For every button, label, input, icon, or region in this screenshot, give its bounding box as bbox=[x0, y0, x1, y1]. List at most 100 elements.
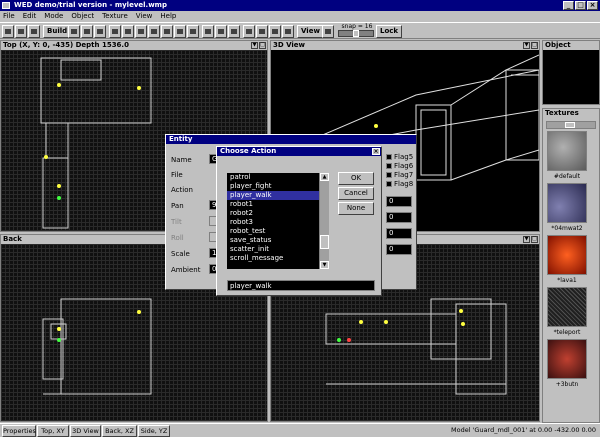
list-item[interactable]: robot1 bbox=[227, 200, 319, 209]
flag5-checkbox[interactable]: Flag5 bbox=[386, 153, 413, 161]
list-item[interactable]: player_fight bbox=[227, 182, 319, 191]
pane-maximize-icon[interactable]: □ bbox=[531, 236, 538, 243]
add-path-button[interactable] bbox=[161, 25, 173, 38]
checkbox-icon bbox=[386, 172, 392, 178]
entity-marker[interactable] bbox=[359, 320, 363, 324]
choose-action-title: Choose Action bbox=[220, 147, 277, 155]
skill-field-1[interactable]: 0 bbox=[386, 196, 412, 207]
skill-field-4[interactable]: 0 bbox=[386, 244, 412, 255]
flag7-checkbox[interactable]: Flag7 bbox=[386, 171, 413, 179]
entity-marker[interactable] bbox=[384, 320, 388, 324]
properties-button[interactable]: Properties bbox=[2, 425, 36, 437]
pane-menu-icon[interactable]: ▼ bbox=[251, 42, 258, 49]
zoom-in-button[interactable] bbox=[282, 25, 294, 38]
menu-object[interactable]: Object bbox=[71, 11, 94, 22]
menu-texture[interactable]: Texture bbox=[102, 11, 128, 22]
texture-thumb-default[interactable] bbox=[547, 131, 587, 171]
entity-marker[interactable] bbox=[337, 338, 341, 342]
menu-file[interactable]: File bbox=[3, 11, 15, 22]
scroll-thumb[interactable] bbox=[320, 235, 329, 249]
list-item[interactable]: robot3 bbox=[227, 218, 319, 227]
list-item[interactable]: scatter_init bbox=[227, 245, 319, 254]
entity-marker[interactable] bbox=[57, 83, 61, 87]
none-button[interactable]: None bbox=[338, 202, 374, 215]
3d-view-button[interactable]: 3D View bbox=[70, 425, 101, 437]
texture-thumb-teleport[interactable] bbox=[547, 287, 587, 327]
add-light-button[interactable] bbox=[135, 25, 147, 38]
scope-up-button[interactable] bbox=[256, 25, 268, 38]
scroll-up-icon[interactable]: ▲ bbox=[320, 173, 329, 181]
flag8-checkbox[interactable]: Flag8 bbox=[386, 180, 413, 188]
selected-action-field[interactable]: player_walk bbox=[227, 280, 375, 291]
list-item[interactable]: patrol bbox=[227, 173, 319, 182]
texture-thumb-water[interactable] bbox=[547, 183, 587, 223]
menu-help[interactable]: Help bbox=[160, 11, 176, 22]
entity-marker[interactable] bbox=[44, 155, 48, 159]
textures-scrollbar[interactable] bbox=[546, 121, 596, 129]
cancel-button[interactable]: Cancel bbox=[338, 187, 374, 200]
add-object-button[interactable] bbox=[109, 25, 121, 38]
lock-button[interactable]: Lock bbox=[376, 25, 403, 38]
list-item[interactable]: robot_test bbox=[227, 227, 319, 236]
entity-marker[interactable] bbox=[461, 322, 465, 326]
skill-field-2[interactable]: 0 bbox=[386, 212, 412, 223]
snap-slider[interactable] bbox=[338, 30, 374, 37]
add-sound-button[interactable] bbox=[148, 25, 160, 38]
add-sprite-button[interactable] bbox=[174, 25, 186, 38]
scroll-down-icon[interactable]: ▼ bbox=[320, 261, 329, 269]
entity-marker[interactable] bbox=[459, 309, 463, 313]
pane-maximize-icon[interactable]: □ bbox=[531, 42, 538, 49]
entity-dialog-title: Entity bbox=[166, 135, 416, 144]
paste-button[interactable] bbox=[94, 25, 106, 38]
pane-menu-icon[interactable]: ▼ bbox=[523, 42, 530, 49]
list-item-selected[interactable]: player_walk bbox=[227, 191, 319, 200]
cut-button[interactable] bbox=[68, 25, 80, 38]
entity-marker[interactable] bbox=[57, 338, 61, 342]
pane-menu-icon[interactable]: ▼ bbox=[523, 236, 530, 243]
save-file-button[interactable] bbox=[28, 25, 40, 38]
maximize-button[interactable]: □ bbox=[575, 1, 586, 10]
snap-slider-thumb[interactable] bbox=[353, 30, 359, 37]
rotate-tool-button[interactable] bbox=[215, 25, 227, 38]
textures-scroll-thumb[interactable] bbox=[565, 122, 575, 128]
entity-marker[interactable] bbox=[57, 196, 61, 200]
list-item[interactable]: save_status bbox=[227, 236, 319, 245]
vertex-tool-button[interactable] bbox=[243, 25, 255, 38]
snap-toggle-button[interactable] bbox=[322, 25, 334, 38]
entity-marker[interactable] bbox=[374, 124, 378, 128]
entity-marker[interactable] bbox=[57, 327, 61, 331]
action-list-scrollbar[interactable]: ▲ ▼ bbox=[319, 173, 329, 269]
view-button[interactable]: View bbox=[297, 25, 324, 38]
build-button[interactable]: Build bbox=[43, 25, 72, 38]
pane-maximize-icon[interactable]: □ bbox=[259, 42, 266, 49]
entity-marker[interactable] bbox=[347, 338, 351, 342]
entity-marker[interactable] bbox=[137, 310, 141, 314]
list-item[interactable]: robot2 bbox=[227, 209, 319, 218]
texture-thumb-lava[interactable] bbox=[547, 235, 587, 275]
minimize-button[interactable]: _ bbox=[563, 1, 574, 10]
action-list[interactable]: patrol player_fight player_walk robot1 r… bbox=[227, 173, 319, 269]
open-file-button[interactable] bbox=[15, 25, 27, 38]
dialog-close-icon[interactable]: × bbox=[372, 148, 380, 155]
skill-field-3[interactable]: 0 bbox=[386, 228, 412, 239]
list-item[interactable]: scroll_message bbox=[227, 254, 319, 263]
add-model-button[interactable] bbox=[122, 25, 134, 38]
entity-marker[interactable] bbox=[137, 86, 141, 90]
menu-mode[interactable]: Mode bbox=[44, 11, 63, 22]
scale-tool-button[interactable] bbox=[228, 25, 240, 38]
flag6-checkbox[interactable]: Flag6 bbox=[386, 162, 413, 170]
copy-button[interactable] bbox=[81, 25, 93, 38]
back-xz-button[interactable]: Back, XZ bbox=[102, 425, 137, 437]
new-file-button[interactable] bbox=[2, 25, 14, 38]
move-tool-button[interactable] bbox=[202, 25, 214, 38]
add-map-button[interactable] bbox=[187, 25, 199, 38]
menu-edit[interactable]: Edit bbox=[23, 11, 37, 22]
ok-button[interactable]: OK bbox=[338, 172, 374, 185]
side-yz-button[interactable]: Side, YZ bbox=[138, 425, 170, 437]
menu-view[interactable]: View bbox=[136, 11, 153, 22]
scope-down-button[interactable] bbox=[269, 25, 281, 38]
entity-marker[interactable] bbox=[57, 184, 61, 188]
texture-thumb-button[interactable] bbox=[547, 339, 587, 379]
close-button[interactable]: × bbox=[587, 1, 598, 10]
top-xy-button[interactable]: Top, XY bbox=[37, 425, 69, 437]
